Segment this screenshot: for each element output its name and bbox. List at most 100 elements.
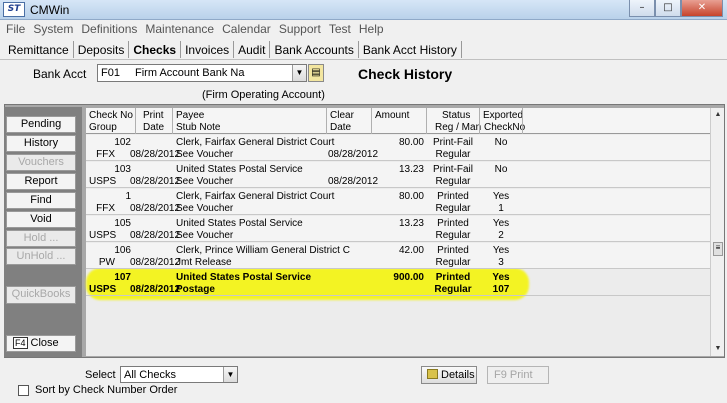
menu-definitions[interactable]: Definitions bbox=[77, 20, 141, 38]
table-row[interactable]: 1 FFX 08/28/2012 Clerk, Fairfax General Dis… bbox=[86, 189, 710, 215]
cell-check-no: 102 bbox=[114, 137, 131, 148]
table-row[interactable]: 105 USPS 08/28/2012 United States Postal Se… bbox=[86, 216, 710, 242]
table-row[interactable]: 107 USPS 08/28/2012 United States Postal Se… bbox=[86, 270, 710, 296]
cell-print-date: 08/28/2012 bbox=[130, 176, 181, 187]
cell-payee: United States Postal Service bbox=[176, 218, 303, 229]
app-logo-icon: ST bbox=[3, 2, 25, 17]
report-button[interactable]: Report bbox=[6, 173, 76, 190]
cell-group: FFX bbox=[96, 203, 115, 214]
page-title: Check History bbox=[358, 66, 453, 82]
cell-amount: 80.00 bbox=[398, 191, 424, 202]
cell-exported: Yes bbox=[492, 218, 510, 229]
tab-bank-accounts[interactable]: Bank Accounts bbox=[270, 41, 359, 58]
void-button[interactable]: Void bbox=[6, 211, 76, 228]
scroll-down-icon[interactable]: ▼ bbox=[711, 342, 725, 356]
tab-bar: Remittance Deposits Checks Invoices Audi… bbox=[4, 41, 462, 59]
check-filter-select[interactable]: All Checks ▼ bbox=[120, 366, 238, 383]
details-button[interactable]: Details bbox=[421, 366, 477, 384]
cell-payee: Clerk, Prince William General District C bbox=[176, 245, 350, 256]
menu-calendar[interactable]: Calendar bbox=[218, 20, 275, 38]
bank-acct-label: Bank Acct bbox=[33, 67, 87, 81]
cell-stub-note: See Voucher bbox=[176, 230, 234, 241]
bank-acct-description: (Firm Operating Account) bbox=[202, 89, 325, 101]
menu-support[interactable]: Support bbox=[275, 20, 325, 38]
vouchers-button[interactable]: Vouchers bbox=[6, 154, 76, 171]
table-row[interactable]: 102 FFX 08/28/2012 Clerk, Fairfax General D… bbox=[86, 135, 710, 161]
cell-exported: Yes bbox=[492, 191, 510, 202]
bank-acct-select[interactable]: F01 Firm Account Bank Na ▼ bbox=[97, 64, 307, 82]
quickbooks-button[interactable]: QuickBooks bbox=[6, 286, 76, 304]
find-button[interactable]: Find bbox=[6, 192, 76, 209]
cell-reg-man: Regular bbox=[435, 257, 471, 268]
chevron-down-icon[interactable]: ▼ bbox=[292, 65, 306, 81]
cell-reg-man: Regular bbox=[434, 284, 472, 295]
cell-check-no: 106 bbox=[114, 245, 131, 256]
table-row[interactable]: 103 USPS 08/28/2012 United States Postal Se… bbox=[86, 162, 710, 188]
menu-file[interactable]: File bbox=[2, 20, 29, 38]
tab-divider bbox=[0, 59, 727, 60]
cell-payee: United States Postal Service bbox=[176, 272, 312, 283]
cell-reg-man: Regular bbox=[435, 149, 471, 160]
cell-status: Printed bbox=[437, 218, 469, 229]
cell-status: Print-Fail bbox=[432, 137, 473, 148]
cell-exported: No bbox=[494, 137, 508, 148]
bank-acct-code: F01 bbox=[101, 67, 120, 79]
cell-status: Printed bbox=[435, 272, 471, 283]
check-filter-value: All Checks bbox=[124, 369, 176, 381]
cell-amount: 13.23 bbox=[398, 218, 424, 229]
tab-deposits[interactable]: Deposits bbox=[74, 41, 130, 58]
cell-print-date: 08/28/2012 bbox=[130, 149, 181, 160]
close-button[interactable]: F4 Close bbox=[6, 335, 76, 352]
title-bar: ST CMWin – □ ✕ bbox=[0, 0, 727, 20]
unhold-button[interactable]: UnHold ... bbox=[6, 248, 76, 265]
details-icon bbox=[427, 369, 438, 379]
sort-checkbox[interactable] bbox=[18, 384, 29, 396]
tab-remittance[interactable]: Remittance bbox=[4, 41, 74, 58]
cell-exported: No bbox=[494, 164, 508, 175]
f4-key-label: F4 bbox=[13, 337, 28, 349]
close-window-button[interactable]: ✕ bbox=[681, 0, 723, 17]
table-row[interactable]: 106 PW 08/28/2012 Clerk, Prince William Gen… bbox=[86, 243, 710, 269]
cell-group: USPS bbox=[89, 284, 117, 295]
cell-export-no: 3 bbox=[498, 257, 504, 268]
cell-exported: Yes bbox=[492, 245, 510, 256]
menu-test[interactable]: Test bbox=[325, 20, 355, 38]
chevron-down-icon[interactable]: ▼ bbox=[223, 367, 237, 382]
cell-group: USPS bbox=[89, 176, 117, 187]
open-folder-icon[interactable]: ▤ bbox=[308, 64, 324, 82]
maximize-button[interactable]: □ bbox=[655, 0, 681, 17]
pending-button[interactable]: Pending bbox=[6, 116, 76, 133]
cell-group: USPS bbox=[89, 230, 117, 241]
cell-status: Printed bbox=[437, 191, 469, 202]
cell-check-no: 1 bbox=[125, 191, 131, 202]
cell-export-no: 1 bbox=[498, 203, 504, 214]
cell-payee: Clerk, Fairfax General District Court bbox=[176, 137, 335, 148]
cell-amount: 42.00 bbox=[398, 245, 424, 256]
history-button[interactable]: History bbox=[6, 135, 76, 152]
menu-help[interactable]: Help bbox=[355, 20, 388, 38]
tab-bank-acct-history[interactable]: Bank Acct History bbox=[359, 41, 462, 58]
sort-checkbox-label: Sort by Check Number Order bbox=[35, 384, 178, 396]
cell-payee: Clerk, Fairfax General District Court bbox=[176, 191, 335, 202]
cell-stub-note: Jmt Release bbox=[176, 257, 232, 268]
cell-print-date: 08/28/2012 bbox=[130, 203, 181, 214]
cell-check-no: 105 bbox=[114, 218, 131, 229]
minimize-button[interactable]: – bbox=[629, 0, 655, 17]
menu-system[interactable]: System bbox=[29, 20, 77, 38]
tab-audit[interactable]: Audit bbox=[234, 41, 271, 58]
cell-clear-date: 08/28/2012 bbox=[328, 149, 379, 160]
menu-maintenance[interactable]: Maintenance bbox=[141, 20, 218, 38]
scroll-thumb[interactable]: ≡ bbox=[713, 242, 723, 256]
print-button[interactable]: F9 Print bbox=[487, 366, 549, 384]
sort-option[interactable]: Sort by Check Number Order bbox=[18, 384, 177, 396]
cell-reg-man: Regular bbox=[435, 203, 471, 214]
hold-button[interactable]: Hold ... bbox=[6, 230, 76, 247]
cell-status: Print-Fail bbox=[432, 164, 473, 175]
tab-checks[interactable]: Checks bbox=[129, 41, 182, 58]
cell-status: Printed bbox=[437, 245, 469, 256]
cell-check-no: 103 bbox=[114, 164, 131, 175]
details-button-label: Details bbox=[441, 369, 475, 381]
tab-invoices[interactable]: Invoices bbox=[181, 41, 235, 58]
vertical-scrollbar[interactable]: ▲ ≡ ▼ bbox=[710, 108, 724, 356]
scroll-up-icon[interactable]: ▲ bbox=[711, 108, 725, 122]
